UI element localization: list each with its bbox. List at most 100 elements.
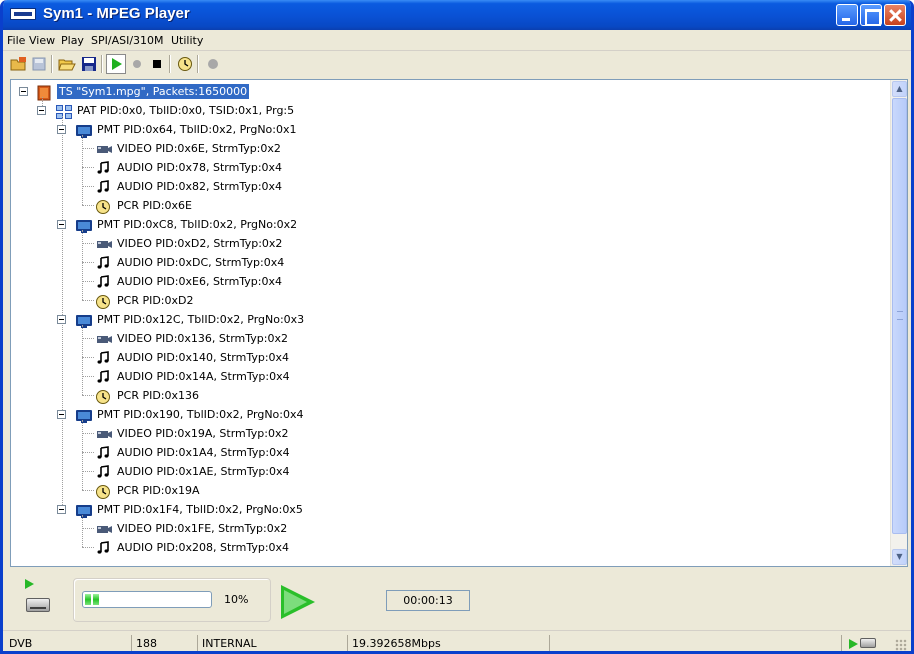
- audio-icon: [95, 350, 111, 365]
- tree-node-pmt[interactable]: PMT PID:0x64, TblID:0x2, PrgNo:0x1: [75, 120, 299, 139]
- tree-connector: [42, 97, 43, 106]
- output-device-icon[interactable]: [26, 598, 50, 612]
- tree-node-pcr[interactable]: PCR PID:0x19A: [95, 481, 202, 500]
- tree-node-pmt[interactable]: PMT PID:0xC8, TblID:0x2, PrgNo:0x2: [75, 215, 299, 234]
- vertical-scrollbar[interactable]: ▲ ▼: [890, 80, 907, 566]
- stop-icon[interactable]: [147, 54, 167, 74]
- open-folder-icon[interactable]: [57, 54, 77, 74]
- tree-node-label: AUDIO PID:0x140, StrmTyp:0x4: [117, 351, 290, 364]
- save-icon[interactable]: [79, 54, 99, 74]
- status-bitrate: 19.392658Mbps: [347, 635, 547, 651]
- save-disabled-icon[interactable]: [29, 54, 49, 74]
- tree-connector: [82, 262, 94, 263]
- menu-view[interactable]: View: [29, 34, 55, 47]
- tree-connector: [82, 376, 94, 377]
- tree-node-video[interactable]: VIDEO PID:0x136, StrmTyp:0x2: [95, 329, 290, 348]
- tree-connector: [82, 433, 94, 434]
- tree-node-audio[interactable]: AUDIO PID:0x78, StrmTyp:0x4: [95, 158, 284, 177]
- record-disabled-icon[interactable]: [203, 54, 223, 74]
- tree-node-label: TS "Sym1.mpg", Packets:1650000: [57, 84, 250, 99]
- tree-node-audio[interactable]: AUDIO PID:0x14A, StrmTyp:0x4: [95, 367, 292, 386]
- tree-node-audio[interactable]: AUDIO PID:0xE6, StrmTyp:0x4: [95, 272, 284, 291]
- resize-grip[interactable]: [895, 639, 907, 651]
- transport-stream-tree[interactable]: ▲ ▼ TS "Sym1.mpg", Packets:1650000 PAT PI…: [10, 79, 908, 567]
- play-icon[interactable]: [106, 54, 126, 74]
- video-icon: [95, 332, 112, 346]
- timer-icon[interactable]: [175, 54, 195, 74]
- maximize-button[interactable]: [860, 4, 882, 26]
- tree-node-label: AUDIO PID:0x78, StrmTyp:0x4: [117, 161, 283, 174]
- menu-utility[interactable]: Utility: [171, 34, 203, 47]
- pat-icon: [55, 104, 72, 119]
- app-icon[interactable]: [10, 8, 36, 20]
- audio-icon: [95, 160, 111, 175]
- tree-node-pcr[interactable]: PCR PID:0x136: [95, 386, 201, 405]
- collapse-toggle[interactable]: [57, 220, 66, 229]
- tree-node-audio[interactable]: AUDIO PID:0x1AE, StrmTyp:0x4: [95, 462, 292, 481]
- menu-spi-asi-310m[interactable]: SPI/ASI/310M: [91, 34, 164, 47]
- tree-node-label: PMT PID:0x12C, TblID:0x2, PrgNo:0x3: [97, 313, 305, 326]
- tree-connector: [82, 420, 83, 490]
- tree-node-audio[interactable]: AUDIO PID:0x208, StrmTyp:0x4: [95, 538, 291, 557]
- tree-node-video[interactable]: VIDEO PID:0x19A, StrmTyp:0x2: [95, 424, 290, 443]
- collapse-toggle[interactable]: [57, 315, 66, 324]
- record-icon[interactable]: [127, 54, 147, 74]
- big-play-highlight: [284, 590, 307, 614]
- progress-group: 10%: [73, 578, 271, 622]
- tree-node-video[interactable]: VIDEO PID:0x1FE, StrmTyp:0x2: [95, 519, 289, 538]
- tree-node-label: VIDEO PID:0x6E, StrmTyp:0x2: [117, 142, 281, 155]
- menu-file[interactable]: File: [7, 34, 25, 47]
- tree-connector: [62, 116, 63, 125]
- pcr-icon: [95, 389, 111, 404]
- tree-node-video[interactable]: VIDEO PID:0xD2, StrmTyp:0x2: [95, 234, 284, 253]
- tree-node-ts[interactable]: TS "Sym1.mpg", Packets:1650000: [37, 82, 250, 101]
- tree-connector: [82, 528, 94, 529]
- status-standard: DVB: [9, 637, 33, 650]
- status-clock: INTERNAL: [197, 635, 345, 651]
- tree-node-audio[interactable]: AUDIO PID:0x1A4, StrmTyp:0x4: [95, 443, 292, 462]
- scroll-up-button[interactable]: ▲: [892, 81, 907, 97]
- menu-play[interactable]: Play: [61, 34, 84, 47]
- tree-node-audio[interactable]: AUDIO PID:0x140, StrmTyp:0x4: [95, 348, 291, 367]
- open-stream-icon[interactable]: [9, 54, 29, 74]
- audio-icon: [95, 464, 111, 479]
- video-icon: [95, 427, 112, 441]
- audio-icon: [95, 255, 111, 270]
- tree-node-pmt[interactable]: PMT PID:0x1F4, TblID:0x2, PrgNo:0x5: [75, 500, 305, 519]
- tree-node-label: AUDIO PID:0x1AE, StrmTyp:0x4: [117, 465, 290, 478]
- status-play-icon: [849, 639, 858, 649]
- tree-node-label: AUDIO PID:0x82, StrmTyp:0x4: [117, 180, 283, 193]
- tree-node-label: PMT PID:0x1F4, TblID:0x2, PrgNo:0x5: [97, 503, 303, 516]
- pmt-icon: [75, 218, 92, 233]
- collapse-toggle[interactable]: [37, 106, 46, 115]
- tree-node-video[interactable]: VIDEO PID:0x6E, StrmTyp:0x2: [95, 139, 283, 158]
- tree-node-audio[interactable]: AUDIO PID:0xDC, StrmTyp:0x4: [95, 253, 286, 272]
- video-icon: [95, 522, 112, 536]
- collapse-toggle[interactable]: [57, 410, 66, 419]
- audio-icon: [95, 274, 111, 289]
- tree-node-audio[interactable]: AUDIO PID:0x82, StrmTyp:0x4: [95, 177, 284, 196]
- title-bar[interactable]: Sym1 - MPEG Player: [3, 0, 911, 30]
- window-title: Sym1 - MPEG Player: [43, 5, 190, 22]
- tree-node-pcr[interactable]: PCR PID:0x6E: [95, 196, 194, 215]
- tree-node-label: AUDIO PID:0x14A, StrmTyp:0x4: [117, 370, 290, 383]
- minimize-button[interactable]: [836, 4, 858, 26]
- progress-segment: [93, 594, 99, 605]
- collapse-toggle[interactable]: [19, 87, 28, 96]
- tree-node-pat[interactable]: PAT PID:0x0, TblID:0x0, TSID:0x1, Prg:5: [55, 101, 296, 120]
- tree-connector: [82, 547, 94, 548]
- tree-connector: [82, 243, 94, 244]
- scroll-down-button[interactable]: ▼: [892, 549, 907, 565]
- tree-connector: [82, 167, 94, 168]
- tree-node-pmt[interactable]: PMT PID:0x190, TblID:0x2, PrgNo:0x4: [75, 405, 306, 424]
- tree-connector: [82, 471, 94, 472]
- collapse-toggle[interactable]: [57, 125, 66, 134]
- tree-node-pcr[interactable]: PCR PID:0xD2: [95, 291, 195, 310]
- app-window: Sym1 - MPEG Player File View Play SPI/ASI/3…: [0, 0, 914, 654]
- tree-node-pmt[interactable]: PMT PID:0x12C, TblID:0x2, PrgNo:0x3: [75, 310, 306, 329]
- collapse-toggle[interactable]: [57, 505, 66, 514]
- close-button[interactable]: [884, 4, 906, 26]
- status-packet-size: 188: [131, 635, 195, 651]
- tree-connector: [82, 490, 94, 491]
- scroll-thumb[interactable]: [892, 98, 907, 534]
